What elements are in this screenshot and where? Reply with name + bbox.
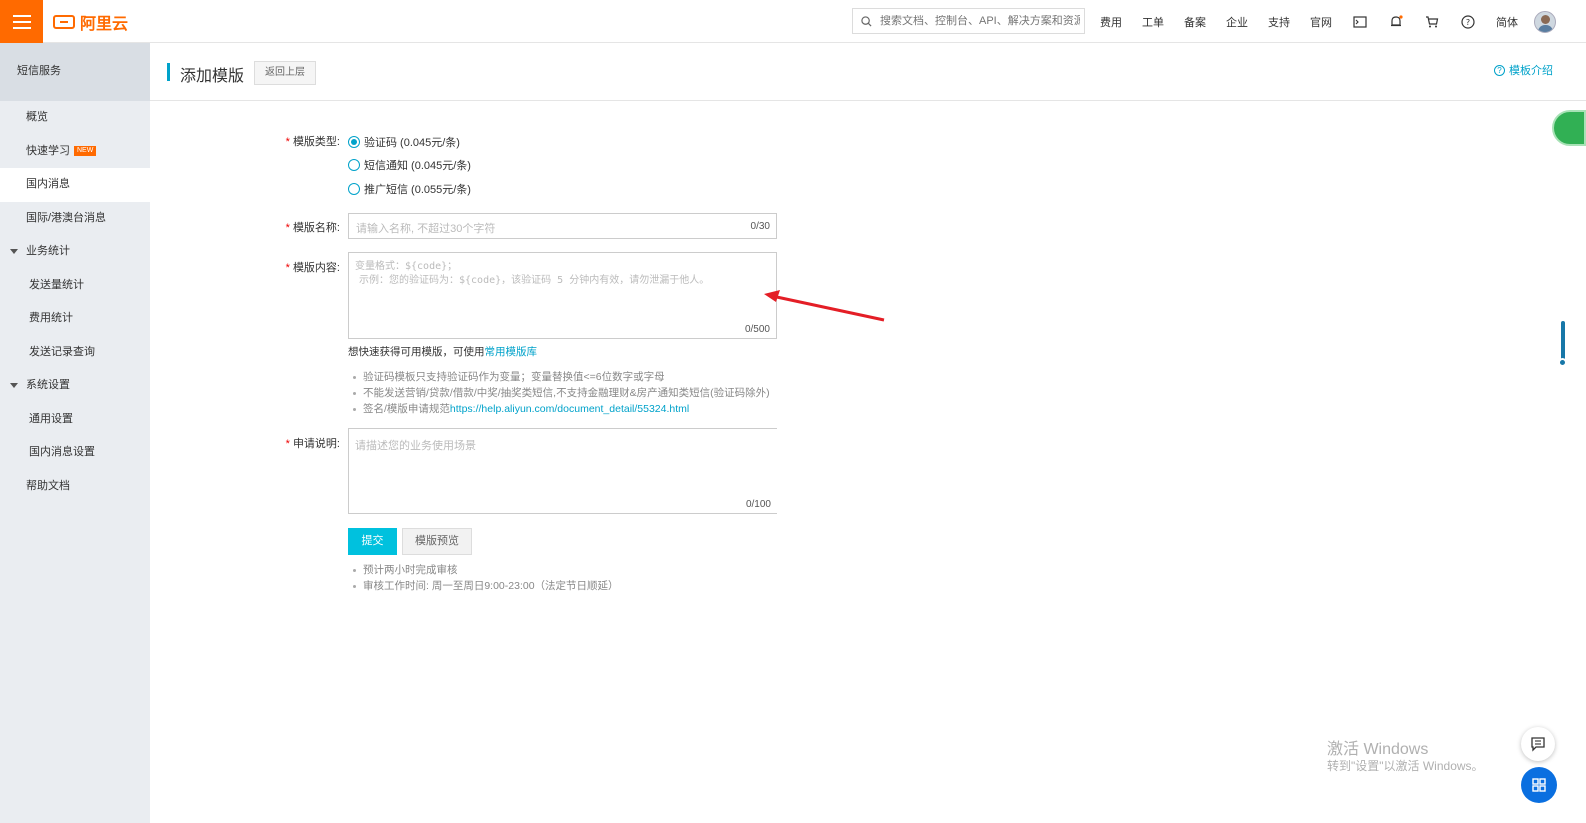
terminal-icon[interactable] [1353,15,1367,29]
sidebar-item-overview[interactable]: 概览 [0,101,150,135]
rule-item: 验证码模板只支持验证码作为变量；变量替换值<=6位数字或字母 [349,369,770,385]
search-input[interactable] [880,15,1080,27]
sidebar-item-domestic[interactable]: 国内消息 [0,168,150,202]
sidebar-item-label: 概览 [26,111,48,123]
reason-label: * 申请说明: [285,438,340,450]
bell-icon[interactable] [1389,14,1403,29]
sidebar-group-stats[interactable]: 业务统计 [0,235,150,269]
nav-support[interactable]: 支持 [1268,14,1290,30]
name-placeholder: 请输入名称, 不超过30个字符 [356,223,496,235]
sidebar-item-help-docs[interactable]: 帮助文档 [0,470,150,504]
language-switch[interactable]: 简体 [1496,14,1518,30]
nav-official-site[interactable]: 官网 [1310,14,1332,30]
template-name-label: * 模版名称: [285,222,340,234]
page-title: 添加模版 [180,68,245,85]
name-counter: 0/30 [750,221,770,232]
new-badge: NEW [74,145,97,156]
sidebar-group-settings[interactable]: 系统设置 [0,369,150,403]
preview-button[interactable]: 模版预览 [402,528,472,555]
template-intro-label: 模板介绍 [1509,65,1553,77]
sidebar-item-label: 帮助文档 [26,479,70,492]
logo-text: 阿里云 [80,16,129,33]
sidebar-item-label: 国内消息设置 [29,446,95,458]
reason-textarea[interactable]: 请描述您的业务使用场景 0/100 [348,428,777,514]
rules-list: 验证码模板只支持验证码作为变量；变量替换值<=6位数字或字母 不能发送营销/贷款… [349,369,770,417]
top-bar: 阿里云 费用 工单 备案 企业 支持 官网 ? 简体 [0,0,1586,43]
sidebar-item-send-records[interactable]: 发送记录查询 [0,336,150,370]
sidebar-item-send-stats[interactable]: 发送量统计 [0,269,150,303]
back-button[interactable]: 返回上层 [254,61,316,85]
submit-button[interactable]: 提交 [348,528,397,555]
sidebar-item-general-settings[interactable]: 通用设置 [0,403,150,437]
note-item: 预计两小时完成审核 [349,562,619,578]
scroll-dot[interactable] [1558,358,1567,367]
windows-watermark-title: 激活 Windows [1327,741,1429,758]
template-library-link[interactable]: 常用模版库 [485,346,538,358]
nav-ticket[interactable]: 工单 [1142,14,1164,30]
content-placeholder-line1: 变量格式：${code}； [355,261,458,272]
top-nav: 费用 工单 备案 企业 支持 官网 ? 简体 [1090,0,1528,43]
nav-enterprise[interactable]: 企业 [1226,14,1248,30]
template-name-input[interactable]: 请输入名称, 不超过30个字符 0/30 [348,213,777,239]
radio-label: 推广短信 (0.055元/条) [364,184,471,196]
sidebar-title: 短信服务 [0,43,150,101]
sidebar-item-label: 系统设置 [26,379,70,391]
sidebar-item-label: 快速学习 [26,144,70,157]
radio-label: 短信通知 (0.045元/条) [364,160,471,172]
radio-label: 验证码 (0.045元/条) [364,137,460,149]
sidebar-item-label: 费用统计 [29,312,73,324]
rule-item: 不能发送营销/贷款/借款/中奖/抽奖类短信,不支持金融理财&房产通知类短信(验证… [349,385,770,401]
cart-icon[interactable] [1425,15,1439,29]
reason-placeholder: 请描述您的业务使用场景 [355,440,476,452]
sidebar-item-domestic-settings[interactable]: 国内消息设置 [0,436,150,470]
reason-counter: 0/100 [745,499,771,510]
floating-assistant-icon[interactable] [1552,110,1586,146]
sidebar-item-label: 国内消息 [26,178,70,190]
template-content-textarea[interactable]: 变量格式：${code}； 示例：您的验证码为：${code}，该验证码 5 分… [348,252,777,339]
title-accent-bar [167,63,170,81]
svg-text:?: ? [1466,18,1470,27]
apps-button[interactable] [1521,767,1557,803]
rules-doc-link[interactable]: https://help.aliyun.com/document_detail/… [450,403,689,415]
radio-unchecked-icon [348,183,360,195]
sidebar-item-quick-learn[interactable]: 快速学习 NEW [0,135,150,169]
sidebar: 短信服务 概览 快速学习 NEW 国内消息 国际/港澳台消息 业务统计 发送量统计… [0,43,150,823]
sidebar-item-fee-stats[interactable]: 费用统计 [0,302,150,336]
scroll-handle[interactable] [1561,321,1565,363]
library-hint: 想快速获得可用模版，可使用常用模版库 [348,346,538,358]
radio-promotion[interactable]: 推广短信 (0.055元/条) [348,181,471,197]
note-item: 审核工作时间: 周一至周日9:00-23:00（法定节日顺延） [349,578,619,594]
grid-icon [1532,778,1546,792]
nav-filing[interactable]: 备案 [1184,14,1206,30]
chat-icon [1531,737,1545,752]
sidebar-item-label: 国际/港澳台消息 [26,211,107,224]
question-icon: ? [1494,64,1505,76]
sidebar-item-label: 通用设置 [29,412,73,425]
help-icon[interactable]: ? [1461,14,1475,29]
radio-checked-icon [348,136,360,148]
sidebar-item-international[interactable]: 国际/港澳台消息 [0,202,150,236]
sidebar-item-label: 发送量统计 [29,278,84,291]
content-placeholder-line2: 示例：您的验证码为：${code}，该验证码 5 分钟内有效，请勿泄漏于他人。 [359,275,710,286]
template-content-label: * 模版内容: [285,262,340,274]
page-header: 添加模版 返回上层 ? 模板介绍 [150,43,1586,101]
menu-icon[interactable] [0,0,43,43]
template-type-label: * 模版类型: [285,136,340,148]
aliyun-logo[interactable]: 阿里云 [53,12,129,33]
nav-fee[interactable]: 费用 [1100,14,1122,30]
rule-item: 签名/模版申请规范https://help.aliyun.com/documen… [349,401,770,417]
sidebar-item-label: 发送记录查询 [29,345,95,358]
search-box[interactable] [852,8,1085,34]
search-icon [861,15,872,27]
windows-watermark-subtitle: 转到"设置"以激活 Windows。 [1327,759,1484,773]
radio-unchecked-icon [348,159,360,171]
sidebar-item-label: 业务统计 [26,245,70,257]
radio-notification[interactable]: 短信通知 (0.045元/条) [348,157,471,173]
notes-list: 预计两小时完成审核 审核工作时间: 周一至周日9:00-23:00（法定节日顺延… [349,562,619,594]
chat-button[interactable] [1521,727,1555,761]
radio-verification-code[interactable]: 验证码 (0.045元/条) [348,134,460,150]
user-avatar[interactable] [1534,11,1556,33]
annotation-arrow [764,290,885,322]
template-intro-link[interactable]: ? 模板介绍 [1494,62,1553,78]
